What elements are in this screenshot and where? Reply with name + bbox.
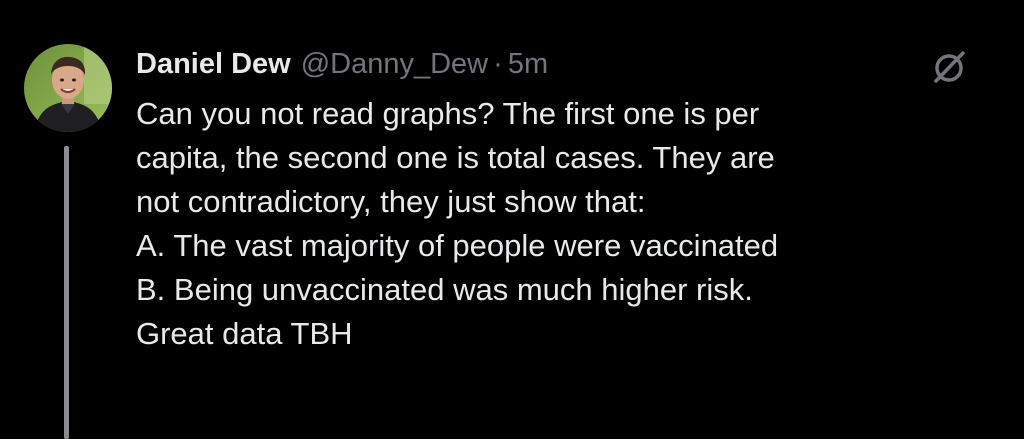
tweet-text-line: A. The vast majority of people were vacc… <box>136 228 779 263</box>
author-handle[interactable]: @Danny_Dew <box>301 44 488 84</box>
tweet[interactable]: Daniel Dew @Danny_Dew · 5m Can you not r… <box>0 0 1024 439</box>
tweet-header: Daniel Dew @Danny_Dew · 5m <box>136 44 548 84</box>
tweet-text-line: not contradictory, they just show that: <box>136 184 646 219</box>
tweet-timestamp[interactable]: 5m <box>508 44 548 84</box>
author-display-name[interactable]: Daniel Dew <box>136 44 291 84</box>
tweet-text-line: capita, the second one is total cases. T… <box>136 140 775 175</box>
thread-line <box>64 146 69 439</box>
tweet-text-line: Can you not read graphs? The first one i… <box>136 96 760 131</box>
grok-icon[interactable] <box>930 46 970 86</box>
tweet-text-line: B. Being unvaccinated was much higher ri… <box>136 272 753 307</box>
profile-photo <box>24 44 112 132</box>
tweet-text-line: Great data TBH <box>136 316 353 351</box>
tweet-text: Can you not read graphs? The first one i… <box>136 92 996 356</box>
grok-icon-glyph <box>934 51 965 83</box>
separator-dot: · <box>493 48 503 80</box>
avatar[interactable] <box>24 44 112 132</box>
